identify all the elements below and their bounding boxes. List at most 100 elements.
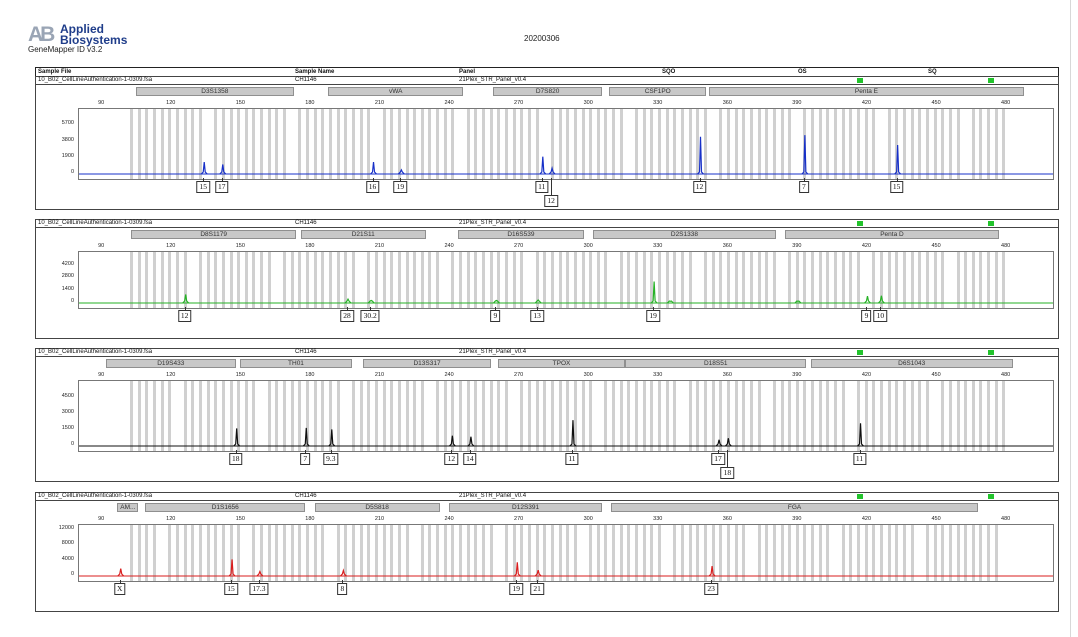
locus-bar[interactable]: TH01 <box>240 359 352 368</box>
sample-name: CH1146 <box>295 349 317 355</box>
col-panel: Panel <box>459 69 476 75</box>
col-sqo: SQO <box>662 69 676 75</box>
locus-bar[interactable]: D5S818 <box>314 503 440 512</box>
locus-bar[interactable]: FGA <box>611 503 978 512</box>
allele-call-label[interactable]: 18 <box>720 467 735 479</box>
x-tick-label: 420 <box>861 243 872 249</box>
locus-bar[interactable]: D7S820 <box>493 87 603 96</box>
trace-peak <box>697 136 704 175</box>
trace-peak <box>534 569 542 577</box>
allele-call-label[interactable]: 11 <box>852 453 867 465</box>
x-tick-label: 240 <box>444 516 454 522</box>
trace-peak <box>857 423 864 447</box>
locus-bar[interactable]: D18S51 <box>625 359 807 368</box>
x-tick-label: 360 <box>722 516 732 522</box>
allele-call-label[interactable]: 7 <box>300 453 311 465</box>
trace-peak <box>650 281 658 304</box>
locus-bar[interactable]: Penta E <box>708 87 1025 96</box>
allele-call-label[interactable]: 15 <box>196 181 210 193</box>
trace-plot[interactable] <box>78 108 1054 180</box>
locus-bar[interactable]: D1S1656 <box>145 503 306 512</box>
allele-call-label[interactable]: 10 <box>873 310 888 322</box>
trace-peak <box>467 436 475 447</box>
allele-call-label[interactable]: 7 <box>798 181 809 193</box>
x-tick-label: 270 <box>514 372 524 378</box>
x-tick-label: 330 <box>653 243 663 249</box>
trace-plot[interactable] <box>78 380 1054 452</box>
x-tick-label: 390 <box>792 372 802 378</box>
allele-call-label[interactable]: X <box>114 583 126 595</box>
trace-plot[interactable] <box>78 251 1054 309</box>
allele-call-label[interactable]: 11 <box>535 181 549 193</box>
col-sample-name: Sample Name <box>295 69 335 75</box>
x-tick-label: 360 <box>722 100 732 106</box>
locus-bar[interactable]: D12S391 <box>449 503 603 512</box>
allele-call-label[interactable]: 12 <box>692 181 707 193</box>
allele-call-label[interactable]: 19 <box>393 181 408 193</box>
x-tick-label: 240 <box>444 372 454 378</box>
x-tick-label: 90 <box>98 243 105 249</box>
app-name: GeneMapper ID v3.2 <box>28 45 103 54</box>
allele-call-label[interactable]: 12 <box>444 453 459 465</box>
allele-call-label[interactable]: 23 <box>704 583 718 595</box>
allele-call-label[interactable]: 19 <box>509 583 524 595</box>
allele-call-label[interactable]: 8 <box>337 583 348 595</box>
allele-call-label[interactable]: 16 <box>365 181 380 193</box>
trace-plot[interactable] <box>78 524 1054 582</box>
electropherogram-panel[interactable]: 10_B02_CellLineAuthentication-1-0309.fsa… <box>35 76 1059 210</box>
logo-text: Applied Biosystems <box>60 23 127 46</box>
x-tick-label: 210 <box>374 100 385 106</box>
x-tick-label: 450 <box>931 243 941 249</box>
electropherogram-panel[interactable]: 10_B02_CellLineAuthentication-1-0309.fsa… <box>35 219 1059 339</box>
x-tick-label: 300 <box>583 100 593 106</box>
x-tick-label: 480 <box>1001 516 1011 522</box>
x-tick-label: 450 <box>931 372 941 378</box>
locus-bar[interactable]: D21S11 <box>300 230 426 239</box>
allele-call-label[interactable]: 9.3 <box>323 453 339 465</box>
allele-connector <box>727 450 729 467</box>
trace-peak <box>539 156 547 175</box>
trace-peak <box>864 296 871 304</box>
allele-call-label[interactable]: 17.3 <box>249 583 269 595</box>
electropherogram-panel[interactable]: 10_B02_CellLineAuthentication-1-0309.fsa… <box>35 348 1059 482</box>
sample-meta-row: 10_B02_CellLineAuthentication-1-0309.fsa… <box>36 77 1058 85</box>
locus-bar[interactable]: TPOX <box>497 359 626 368</box>
locus-bar[interactable]: Penta D <box>785 230 999 239</box>
x-tick-label: 240 <box>444 100 454 106</box>
x-tick-label: 480 <box>1001 372 1011 378</box>
allele-call-label[interactable]: 9 <box>861 310 872 322</box>
locus-bar[interactable]: D6S1043 <box>810 359 1013 368</box>
allele-call-label[interactable]: 18 <box>228 453 243 465</box>
allele-call-label[interactable]: 9 <box>490 310 501 322</box>
allele-call-label[interactable]: 13 <box>530 310 544 322</box>
locus-bar[interactable]: D16S539 <box>458 230 584 239</box>
window-edge <box>1070 0 1071 637</box>
allele-call-label[interactable]: 15 <box>224 583 238 595</box>
allele-call-label[interactable]: 19 <box>646 310 660 322</box>
locus-bar[interactable]: D13S317 <box>363 359 491 368</box>
locus-bar[interactable]: D2S1338 <box>592 230 777 239</box>
allele-call-label[interactable]: 28 <box>340 310 354 322</box>
sq-quality-flag <box>988 350 994 355</box>
allele-call-label[interactable]: 14 <box>463 453 477 465</box>
y-tick-label: 4200 <box>61 260 74 267</box>
allele-call-label[interactable]: 15 <box>889 181 904 193</box>
locus-bar[interactable]: D19S433 <box>105 359 236 368</box>
x-tick-label: 240 <box>444 243 454 249</box>
allele-call-label[interactable]: 17 <box>711 453 725 465</box>
allele-call-label[interactable]: 30.2 <box>360 310 380 322</box>
locus-bar[interactable]: AM... <box>117 503 139 512</box>
allele-call-label[interactable]: 21 <box>530 583 544 595</box>
locus-bar[interactable]: D8S1179 <box>131 230 296 239</box>
electropherogram-panel[interactable]: 10_B02_CellLineAuthentication-1-0309.fsa… <box>35 492 1059 612</box>
x-tick-label: 270 <box>514 516 524 522</box>
allele-call-label[interactable]: 11 <box>565 453 579 465</box>
locus-bar[interactable]: D3S1358 <box>135 87 294 96</box>
allele-call-label[interactable]: 12 <box>544 195 558 207</box>
allele-call-label[interactable]: 17 <box>215 181 229 193</box>
trace-svg <box>79 559 1053 577</box>
locus-bar[interactable]: vWA <box>328 87 463 96</box>
x-tick-label: 360 <box>722 243 732 249</box>
locus-bar[interactable]: CSF1PO <box>609 87 707 96</box>
allele-call-label[interactable]: 12 <box>177 310 192 322</box>
